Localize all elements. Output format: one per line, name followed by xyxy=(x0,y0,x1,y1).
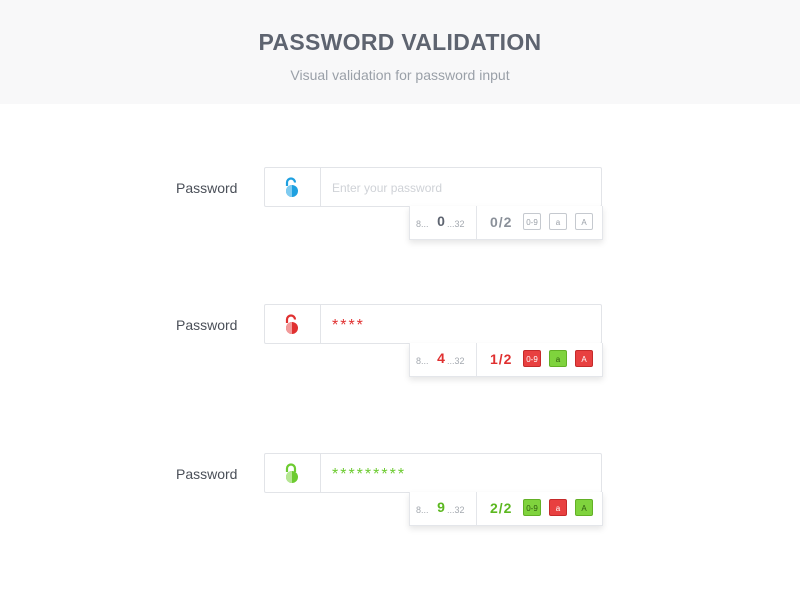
length-counter: 8... 9 ...32 xyxy=(410,492,477,525)
strength-meter: 8... 4 ...32 1/2 0-9 a A xyxy=(409,343,603,377)
password-example-strong: Password ********* 8... 9 ...32 2/2 0-9 … xyxy=(0,453,800,533)
digits-badge: 0-9 xyxy=(523,213,541,230)
strength-meter: 8... 0 ...32 0/2 0-9 a A xyxy=(409,206,603,240)
password-input[interactable]: **** xyxy=(332,305,365,343)
length-counter: 8... 0 ...32 xyxy=(410,206,477,239)
password-label: Password xyxy=(176,317,238,333)
length-max: ...32 xyxy=(447,505,465,515)
length-max: ...32 xyxy=(447,219,465,229)
digits-badge: 0-9 xyxy=(523,499,541,516)
password-field[interactable]: ********* xyxy=(264,453,602,493)
length-min: 8... xyxy=(416,356,429,366)
uppercase-badge: A xyxy=(575,213,593,230)
password-input[interactable]: ********* xyxy=(332,454,406,492)
strength-score: 1/2 xyxy=(490,351,513,367)
lowercase-badge: a xyxy=(549,350,567,367)
strength-score: 2/2 xyxy=(490,500,513,516)
password-example-weak: Password **** 8... 4 ...32 1/2 0-9 a A xyxy=(0,304,800,384)
uppercase-badge: A xyxy=(575,350,593,367)
lock-indicator xyxy=(265,454,321,492)
length-min: 8... xyxy=(416,219,429,229)
uppercase-badge: A xyxy=(575,499,593,516)
password-label: Password xyxy=(176,466,238,482)
length-max: ...32 xyxy=(447,356,465,366)
strength-score: 0/2 xyxy=(490,214,513,230)
page-header: PASSWORD VALIDATION Visual validation fo… xyxy=(0,0,800,104)
length-count: 0 xyxy=(437,213,445,229)
page-title: PASSWORD VALIDATION xyxy=(258,29,542,55)
length-min: 8... xyxy=(416,505,429,515)
lowercase-badge: a xyxy=(549,499,567,516)
unlocked-padlock-icon xyxy=(285,177,298,197)
password-input[interactable]: Enter your password xyxy=(332,168,442,206)
lock-indicator xyxy=(265,168,321,206)
password-field[interactable]: Enter your password xyxy=(264,167,602,207)
strength-meter: 8... 9 ...32 2/2 0-9 a A xyxy=(409,492,603,526)
length-count: 4 xyxy=(437,350,445,366)
digits-badge: 0-9 xyxy=(523,350,541,367)
page: PASSWORD VALIDATION Visual validation fo… xyxy=(0,0,800,600)
unlocked-padlock-icon xyxy=(285,314,298,334)
locked-padlock-icon xyxy=(285,463,298,483)
length-count: 9 xyxy=(437,499,445,515)
page-subtitle: Visual validation for password input xyxy=(290,67,510,83)
password-example-empty: Password Enter your password 8... 0 ...3… xyxy=(0,167,800,247)
password-field[interactable]: **** xyxy=(264,304,602,344)
password-label: Password xyxy=(176,180,238,196)
length-counter: 8... 4 ...32 xyxy=(410,343,477,376)
lowercase-badge: a xyxy=(549,213,567,230)
lock-indicator xyxy=(265,305,321,343)
